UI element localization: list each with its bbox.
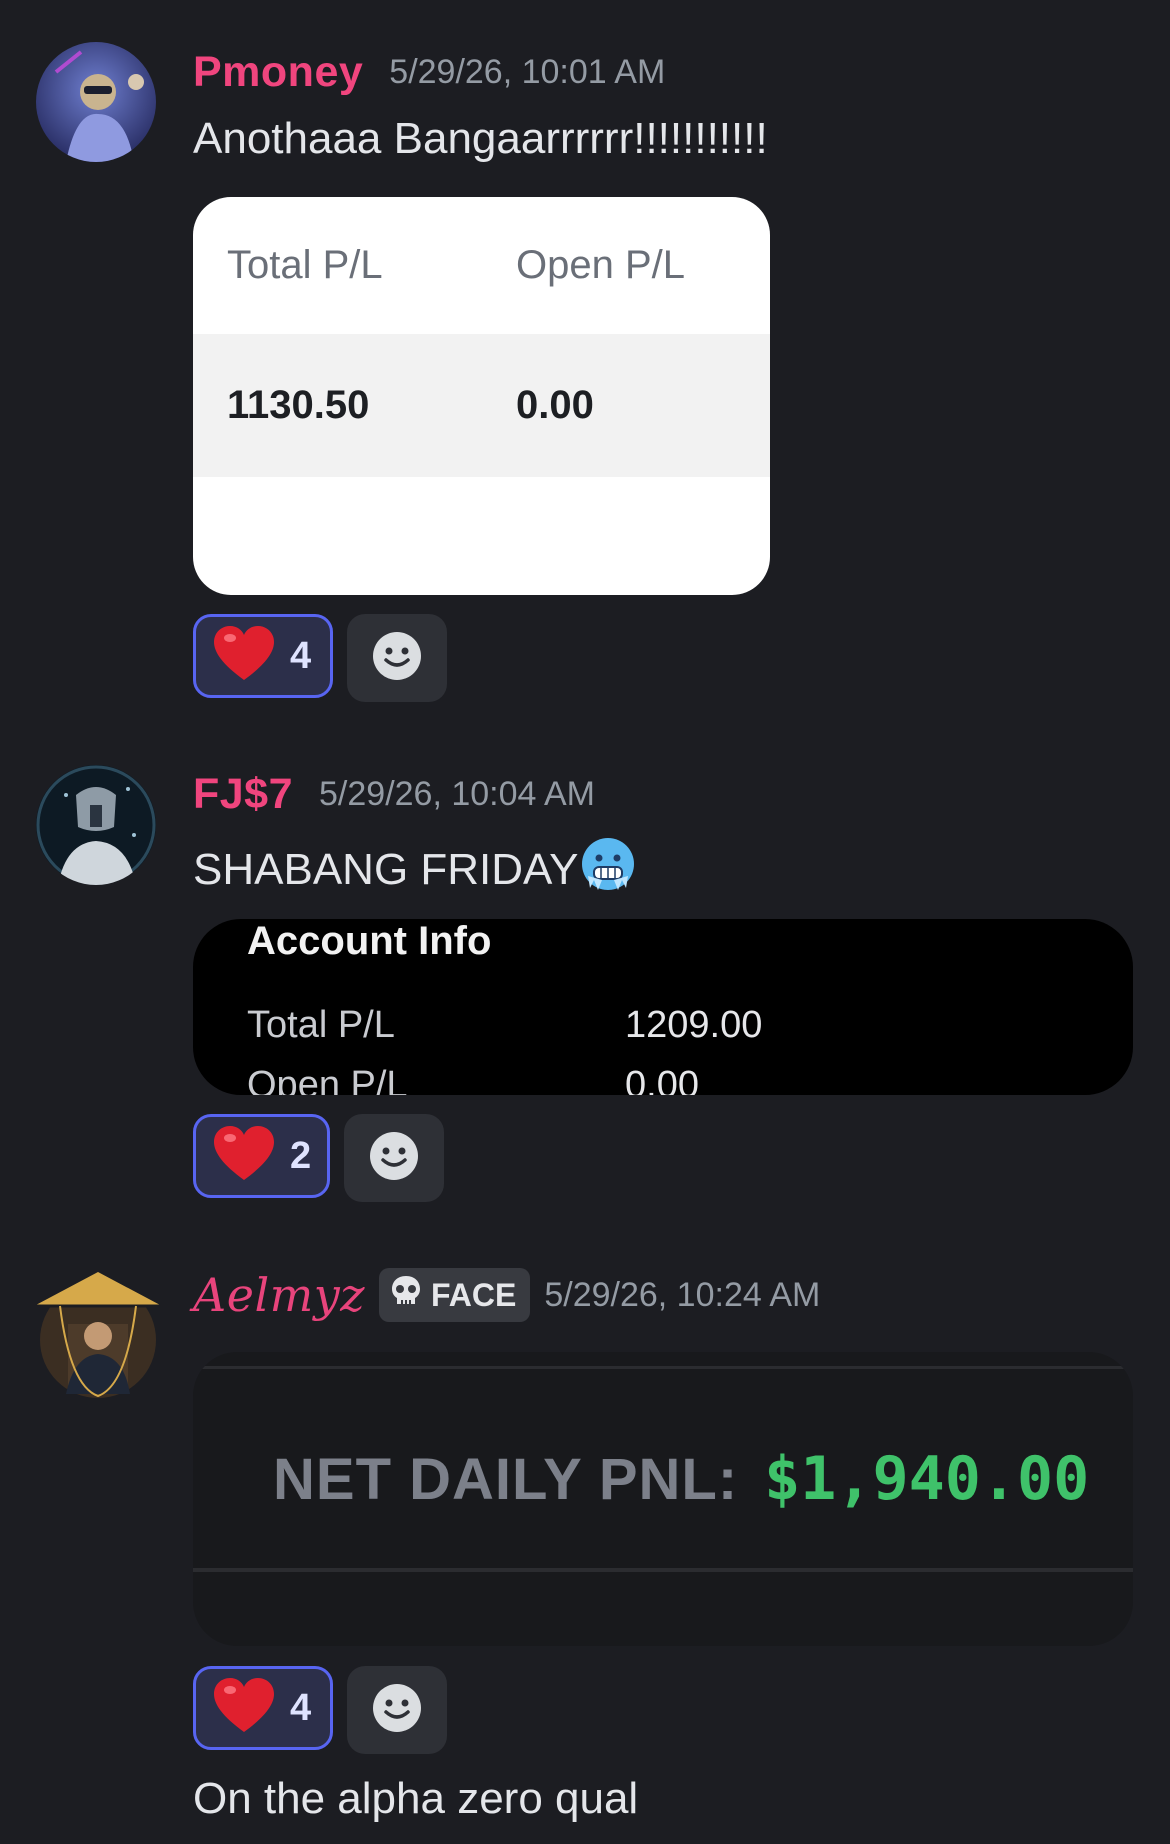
- divider: [193, 1568, 1133, 1572]
- add-reaction-icon: [371, 630, 423, 687]
- avatar[interactable]: [30, 1266, 166, 1402]
- pnl-line: NET DAILY PNL: $1,940.00: [273, 1444, 1089, 1514]
- open-pl-label: Open P/L: [247, 1064, 408, 1095]
- heart-reaction[interactable]: 4: [193, 614, 333, 698]
- total-pl-value: 1209.00: [625, 1004, 763, 1046]
- image-attachment[interactable]: NET DAILY PNL: $1,940.00: [193, 1352, 1133, 1646]
- heart-icon: [212, 1676, 276, 1741]
- avatar[interactable]: [36, 42, 156, 162]
- role-badge[interactable]: FACE: [379, 1268, 531, 1322]
- badge-label: FACE: [431, 1276, 517, 1313]
- total-pl-value: 1130.50: [227, 383, 370, 427]
- account-info-title: Account Info: [247, 919, 492, 963]
- message-text: On the alpha zero qual: [193, 1774, 639, 1823]
- username[interactable]: Aelmyz: [193, 1268, 365, 1322]
- image-attachment[interactable]: Total P/L Open P/L 1130.50 0.00: [193, 197, 770, 595]
- heart-reaction[interactable]: 2: [193, 1114, 330, 1198]
- image-attachment[interactable]: Account Info Total P/L 1209.00 Open P/L …: [193, 919, 1133, 1095]
- add-reaction-button[interactable]: [347, 1666, 447, 1754]
- username[interactable]: Pmoney: [193, 48, 363, 97]
- reaction-bar: 2: [193, 1114, 444, 1202]
- add-reaction-button[interactable]: [344, 1114, 444, 1202]
- reaction-bar: 4: [193, 1666, 447, 1754]
- net-daily-pnl-value: $1,940.00: [764, 1444, 1090, 1514]
- chat-messages: Pmoney 5/29/26, 10:01 AM Anothaaa Bangaa…: [0, 0, 1170, 1844]
- skull-icon: [389, 1274, 423, 1316]
- divider: [193, 1366, 1133, 1369]
- total-pl-label: Total P/L: [247, 1004, 395, 1046]
- open-pl-value: 0.00: [516, 383, 594, 427]
- column-header: Total P/L: [227, 243, 383, 287]
- cold-face-icon: [580, 836, 636, 903]
- message-body: SHABANG FRIDAY: [193, 836, 636, 903]
- reaction-count: 2: [290, 1134, 312, 1177]
- open-pl-value: 0.00: [625, 1064, 699, 1095]
- table-row: 1130.50 0.00: [193, 334, 770, 477]
- heart-icon: [212, 624, 276, 689]
- avatar[interactable]: [36, 765, 156, 885]
- timestamp: 5/29/26, 10:24 AM: [544, 1275, 821, 1314]
- net-daily-pnl-label: NET DAILY PNL:: [273, 1446, 739, 1512]
- reaction-count: 4: [290, 634, 312, 677]
- add-reaction-button[interactable]: [347, 614, 447, 702]
- message-text: Anothaaa Bangaarrrrrr!!!!!!!!!!!: [193, 114, 768, 163]
- timestamp: 5/29/26, 10:04 AM: [319, 775, 595, 813]
- add-reaction-icon: [368, 1130, 420, 1187]
- column-header: Open P/L: [516, 243, 686, 287]
- reaction-count: 4: [290, 1686, 312, 1729]
- heart-icon: [212, 1124, 276, 1189]
- username[interactable]: FJ$7: [193, 770, 293, 819]
- reaction-bar: 4: [193, 614, 447, 702]
- timestamp: 5/29/26, 10:01 AM: [389, 53, 666, 91]
- add-reaction-icon: [371, 1682, 423, 1739]
- heart-reaction[interactable]: 4: [193, 1666, 333, 1750]
- table-header-row: Total P/L Open P/L: [193, 197, 770, 334]
- message-text: SHABANG FRIDAY: [193, 844, 579, 894]
